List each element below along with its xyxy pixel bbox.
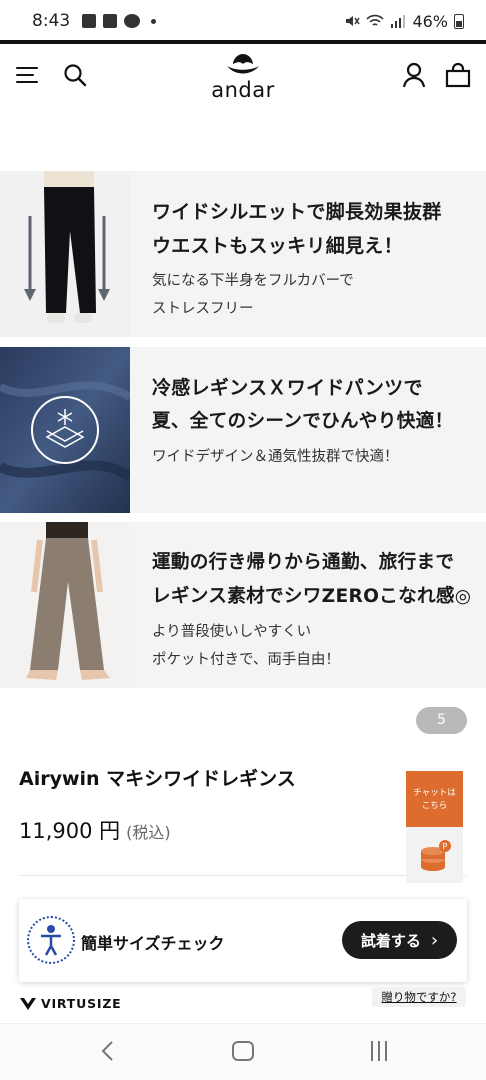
feature-1-sub-1: 気になる下半身をフルカバーで — [152, 273, 354, 289]
product-price: 11,900 円 — [19, 819, 121, 843]
feature-2-image — [0, 347, 130, 513]
virtusize-body-icon — [27, 916, 75, 964]
try-on-label: 試着する — [360, 931, 421, 950]
home-icon[interactable] — [232, 1041, 254, 1061]
chat-label-2: こちら — [421, 801, 448, 811]
feature-banner-2: 冷感レギンスＸワイドパンツで 夏、全てのシーンでひんやり快適！ ワイドデザイン＆… — [0, 347, 486, 513]
chevron-right-icon: › — [430, 929, 439, 951]
notification-icons — [82, 14, 157, 28]
system-icons: 46% — [344, 12, 464, 31]
battery-icon — [454, 13, 464, 29]
feature-2-headline-1: 冷感レギンスＸワイドパンツで — [152, 377, 423, 399]
feature-1-headline-1: ワイドシルエットで脚長効果抜群 — [152, 201, 442, 223]
feature-2-sub-1: ワイドデザイン＆通気性抜群で快適！ — [152, 449, 399, 465]
feature-banner-3: 運動の行き帰りから通勤、旅行まで レギンス素材でシワZEROこなれ感◎ より普段… — [0, 522, 486, 688]
try-on-button[interactable]: 試着する › — [342, 921, 457, 959]
size-check-card[interactable]: 簡単サイズチェック 試着する › — [19, 899, 467, 982]
chat-button[interactable]: チャットは こちら — [406, 771, 463, 827]
chat-label-1: チャットは — [413, 788, 456, 798]
feature-1-sub-2: ストレスフリー — [152, 301, 254, 317]
feature-1-headline-2: ウエストもスッキリ細見え！ — [152, 235, 403, 257]
feature-3-headline-1: 運動の行き帰りから通勤、旅行まで — [152, 552, 455, 573]
mute-icon — [346, 16, 361, 26]
feature-3-headline-2: レギンス素材でシワZEROこなれ感◎ — [152, 586, 472, 607]
svg-text:P: P — [443, 842, 448, 851]
system-nav-bar — [0, 1023, 486, 1080]
feature-banner-1: ワイドシルエットで脚長効果抜群 ウエストもスッキリ細見え！ 気になる下半身をフル… — [0, 171, 486, 337]
feature-1-image — [0, 171, 130, 337]
shopping-bag-icon[interactable] — [445, 62, 471, 88]
virtusize-logo-icon — [20, 997, 36, 1010]
site-header: andar — [0, 44, 486, 108]
feature-3-sub-1: より普段使いしやすくい — [152, 624, 312, 640]
divider — [19, 875, 467, 876]
virtusize-text: VIRTUSIZE — [41, 996, 122, 1011]
product-title: Airywin マキシワイドレギンス — [19, 768, 296, 790]
search-icon[interactable] — [63, 63, 87, 87]
account-icon[interactable] — [402, 62, 426, 88]
recent-apps-icon[interactable] — [369, 1041, 389, 1061]
menu-icon[interactable] — [16, 67, 38, 83]
image-pager-badge: 5 — [416, 707, 467, 734]
signal-icon — [391, 15, 406, 28]
feature-1-text-panel: ワイドシルエットで脚長効果抜群 ウエストもスッキリ細見え！ 気になる下半身をフル… — [130, 171, 486, 337]
line-app-icon — [124, 14, 141, 28]
more-notifications-icon — [151, 18, 157, 24]
news-icon — [103, 14, 118, 28]
battery-percent: 46% — [412, 11, 448, 31]
feature-3-text-panel: 運動の行き帰りから通勤、旅行まで レギンス素材でシワZEROこなれ感◎ より普段… — [130, 522, 486, 688]
size-check-label: 簡単サイズチェック — [81, 934, 225, 953]
logo-text: andar — [211, 78, 275, 102]
wifi-icon — [366, 14, 385, 26]
feature-2-headline-2: 夏、全てのシーンでひんやり快適！ — [152, 411, 454, 432]
andar-logo[interactable]: andar — [205, 52, 281, 104]
feature-2-text-panel: 冷感レギンスＸワイドパンツで 夏、全てのシーンでひんやり快適！ ワイドデザイン＆… — [130, 347, 486, 513]
price-row: 11,900 円 (税込) — [19, 815, 171, 845]
back-icon[interactable] — [96, 1039, 120, 1063]
virtusize-brand: VIRTUSIZE — [19, 996, 122, 1011]
coin-points-icon: P — [421, 840, 451, 871]
logo-mark-icon — [227, 54, 259, 74]
tax-note: (税込) — [126, 823, 171, 842]
gift-link[interactable]: 贈り物ですか? — [372, 987, 466, 1007]
gallery-icon — [82, 14, 97, 28]
status-bar: 8:43 46% — [0, 0, 486, 42]
status-time: 8:43 — [32, 11, 71, 31]
feature-3-sub-2: ポケット付きで、両手自由！ — [152, 652, 340, 668]
points-button[interactable]: P — [406, 827, 463, 883]
feature-3-image — [0, 522, 130, 688]
